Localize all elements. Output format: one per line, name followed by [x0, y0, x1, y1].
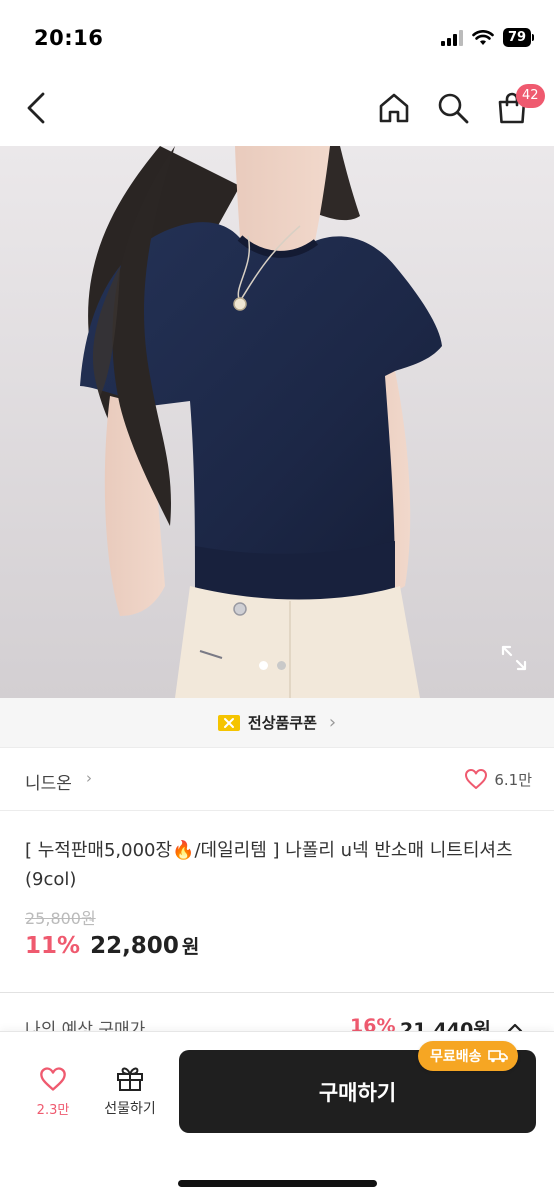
shop-like-count: 6.1만: [494, 770, 532, 789]
back-icon: [27, 92, 45, 124]
buy-label: 구매하기: [318, 1080, 397, 1105]
free-shipping-badge: 무료배송: [418, 1041, 518, 1071]
truck-icon: [487, 1050, 508, 1063]
bottom-action-bar: 2.3만 선물하기 구매하기 무료배송: [0, 1031, 554, 1200]
shop-name-link[interactable]: 니드온: [25, 769, 72, 794]
expand-icon: [501, 645, 527, 671]
wifi-icon: [472, 29, 494, 45]
top-nav-bar: 42: [0, 72, 554, 146]
gallery-pagination: [259, 661, 286, 670]
shop-row: 니드온 › 6.1만: [0, 749, 554, 811]
heart-icon: [465, 769, 488, 789]
price-row: 11% 22,800 원: [25, 932, 199, 959]
home-button[interactable]: [374, 88, 414, 128]
wishlist-count: 2.3만: [36, 1103, 70, 1118]
discount-rate: 11%: [25, 933, 81, 959]
coupon-ticket-icon: [217, 714, 240, 731]
shop-chevron-icon: ›: [86, 769, 92, 787]
shop-like-button[interactable]: 6.1만: [464, 768, 532, 790]
search-button[interactable]: [433, 88, 473, 128]
home-indicator: [178, 1180, 377, 1187]
cart-count-badge: 42: [516, 84, 545, 108]
coupon-chevron-icon: ›: [328, 712, 337, 733]
signal-icon: [441, 29, 463, 46]
estimated-price-row[interactable]: 나의 예상 구매가 16% 21,440원: [0, 993, 554, 1033]
product-image[interactable]: [0, 146, 554, 698]
status-time: 20:16: [34, 26, 104, 50]
sale-price-unit: 원: [181, 936, 200, 958]
free-shipping-label: 무료배송: [430, 1049, 482, 1065]
product-title: [ 누적판매5,000장🔥/데일리템 ] 나폴리 u넥 반소매 니트티셔츠 (9…: [25, 840, 513, 890]
original-price: 25,800원: [25, 909, 96, 928]
coupon-banner[interactable]: 전상품쿠폰 ›: [0, 698, 554, 748]
gift-label: 선물하기: [104, 1101, 156, 1117]
coupon-label: 전상품쿠폰: [247, 714, 317, 732]
gift-icon: [117, 1067, 143, 1091]
pagination-dot-active: [259, 661, 268, 670]
status-indicators: 79: [441, 28, 534, 47]
status-bar: 20:16 79: [0, 0, 554, 72]
sale-price: 22,800: [90, 933, 179, 959]
wishlist-button[interactable]: 2.3만: [24, 1066, 82, 1126]
battery-icon: 79: [503, 28, 534, 47]
search-icon: [438, 93, 469, 124]
pagination-dot: [277, 661, 286, 670]
back-button[interactable]: [16, 88, 56, 128]
gift-button[interactable]: 선물하기: [96, 1064, 164, 1126]
home-icon: [379, 93, 409, 123]
battery-level: 79: [503, 28, 531, 47]
expand-image-button[interactable]: [500, 644, 528, 672]
product-photo: [0, 146, 554, 698]
heart-icon: [40, 1067, 66, 1091]
